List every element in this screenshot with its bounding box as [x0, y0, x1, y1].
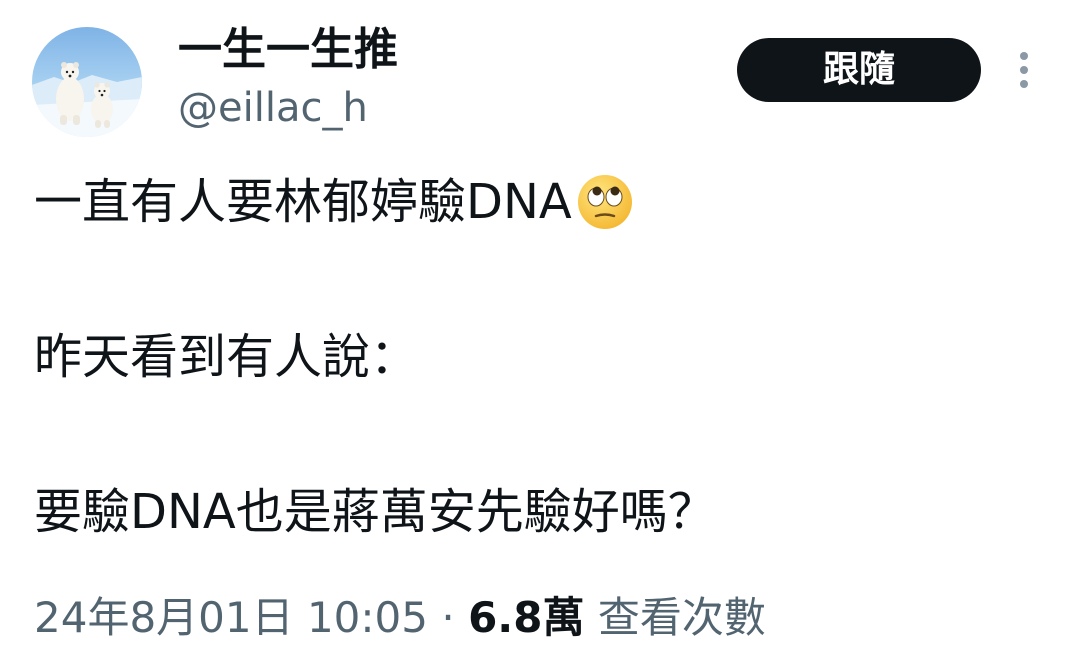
tweet-text-line-1: 一直有人要林郁婷驗DNA	[34, 172, 634, 232]
tweet-meta: 24年8月01日 10:05 · 6.8萬 查看次數	[34, 590, 766, 646]
face-with-rolling-eyes-icon	[576, 173, 634, 231]
more-options-icon[interactable]	[1006, 48, 1042, 92]
tweet-text: 昨天看到有人說：	[34, 329, 419, 385]
meta-separator: ·	[441, 593, 455, 642]
avatar[interactable]	[32, 27, 142, 137]
tweet-text: 要驗DNA也是蔣萬安先驗好嗎？	[34, 484, 716, 540]
display-name[interactable]: 一生一生推	[178, 22, 398, 78]
tweet-text-line-3: 要驗DNA也是蔣萬安先驗好嗎？	[34, 482, 716, 542]
timestamp[interactable]: 24年8月01日 10:05	[34, 593, 428, 642]
tweet-text-line-2: 昨天看到有人說：	[34, 327, 418, 387]
user-handle[interactable]: @eillac_h	[178, 82, 368, 134]
views-count: 6.8萬	[468, 593, 585, 642]
tweet-text: 一直有人要林郁婷驗DNA	[34, 174, 572, 230]
follow-button[interactable]: 跟隨	[737, 38, 981, 102]
views-label: 查看次數	[597, 593, 766, 642]
polar-bears-avatar-icon	[32, 27, 142, 137]
